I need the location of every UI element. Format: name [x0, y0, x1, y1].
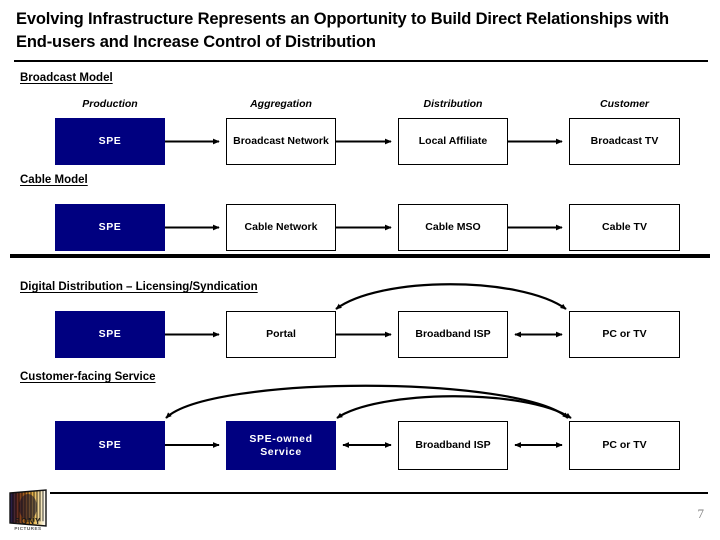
- arc-portal-to-pc-or-tv: [335, 283, 567, 310]
- box-local-affiliate[interactable]: Local Affiliate: [398, 118, 508, 165]
- section-label-customer-facing-service: Customer-facing Service: [20, 371, 156, 383]
- box-service-pc-or-tv[interactable]: PC or TV: [569, 421, 680, 470]
- box-broadcast-tv[interactable]: Broadcast TV: [569, 118, 680, 165]
- box-digital-pc-or-tv[interactable]: PC or TV: [569, 311, 680, 358]
- column-header-production: Production: [82, 98, 138, 110]
- arc-spe-owned-service-to-pc-or-tv: [336, 395, 572, 419]
- box-portal[interactable]: Portal: [226, 311, 336, 358]
- box-cable-mso[interactable]: Cable MSO: [398, 204, 508, 251]
- footer-divider: [50, 492, 708, 494]
- box-broadcast-spe[interactable]: SPE: [55, 118, 165, 165]
- column-header-customer: Customer: [599, 98, 649, 110]
- section-label-digital-distribution: Digital Distribution – Licensing/Syndica…: [20, 281, 258, 293]
- page-title: Evolving Infrastructure Represents an Op…: [16, 10, 669, 51]
- title-divider: [14, 60, 708, 62]
- column-header-aggregation: Aggregation: [250, 98, 312, 110]
- box-service-broadband-isp[interactable]: Broadband ISP: [398, 421, 508, 470]
- box-digital-spe[interactable]: SPE: [55, 311, 165, 358]
- logo-subtitle: PICTURES: [14, 526, 42, 531]
- column-header-distribution: Distribution: [423, 98, 483, 110]
- box-broadcast-network[interactable]: Broadcast Network: [226, 118, 336, 165]
- box-cable-network[interactable]: Cable Network: [226, 204, 336, 251]
- slide-canvas: Evolving Infrastructure Represents an Op…: [0, 0, 720, 540]
- box-service-spe[interactable]: SPE: [55, 421, 165, 470]
- arc-spe-to-pc-or-tv: [165, 384, 569, 419]
- box-cable-tv[interactable]: Cable TV: [569, 204, 680, 251]
- section-divider: [10, 254, 710, 258]
- box-cable-spe[interactable]: SPE: [55, 204, 165, 251]
- box-spe-owned-service[interactable]: SPE-owned Service: [226, 421, 336, 470]
- section-label-broadcast-model: Broadcast Model: [20, 72, 113, 84]
- page-number: 7: [697, 506, 705, 521]
- box-digital-broadband-isp[interactable]: Broadband ISP: [398, 311, 508, 358]
- logo-wordmark: SONY: [14, 517, 42, 526]
- section-label-cable-model: Cable Model: [20, 174, 88, 186]
